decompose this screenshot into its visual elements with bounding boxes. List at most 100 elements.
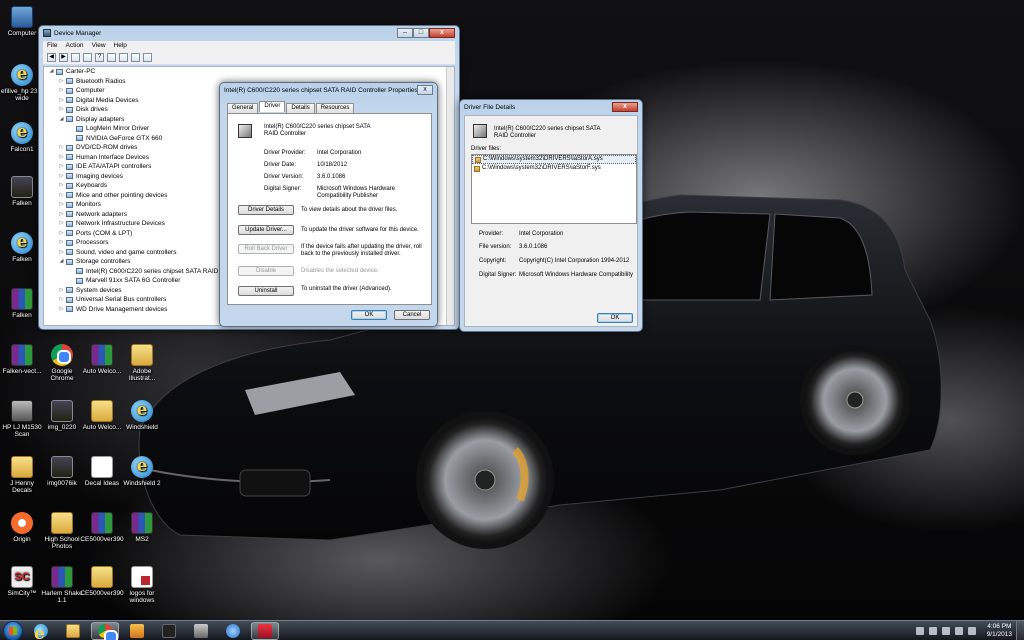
expand-toggle-icon[interactable]: ▷	[58, 229, 65, 239]
expand-toggle-icon[interactable]: ▷	[58, 210, 65, 220]
network-icon[interactable]	[941, 627, 950, 635]
volume-icon[interactable]	[954, 627, 963, 635]
taskbar-media-player[interactable]	[123, 622, 151, 640]
taskbar-app[interactable]	[187, 622, 215, 640]
driver-details-button[interactable]: Driver Details	[238, 205, 294, 215]
show-desktop-button[interactable]	[1016, 621, 1024, 640]
close-button[interactable]: x	[612, 102, 638, 112]
desktop-shortcut[interactable]: img0076ik	[40, 456, 84, 487]
expand-toggle-icon[interactable]: ▷	[58, 191, 65, 201]
disable-button[interactable]: Disable	[238, 266, 294, 276]
taskbar-device-manager[interactable]	[251, 621, 279, 640]
menu-view[interactable]: View	[88, 41, 110, 51]
minimize-button[interactable]: –	[397, 28, 413, 38]
driver-file-details-dialog[interactable]: Driver File Details x Intel(R) C600/C220…	[459, 99, 643, 332]
desktop-shortcut[interactable]: Windshield	[120, 400, 164, 431]
expand-toggle-icon[interactable]: ▷	[58, 238, 65, 248]
expand-toggle-icon[interactable]: ▷	[58, 162, 65, 172]
tray-app-icon[interactable]	[967, 627, 976, 635]
maximize-button[interactable]: □	[413, 28, 429, 38]
driver-file-item[interactable]: C:\Windows\system32\DRIVERS\iaStorF.sys	[472, 164, 636, 173]
properties-titlebar[interactable]: Intel(R) C600/C220 series chipset SATA R…	[220, 83, 437, 97]
expand-toggle-icon[interactable]: ▷	[58, 77, 65, 87]
desktop-shortcut[interactable]: High School Photos	[40, 512, 84, 550]
menu-file[interactable]: File	[43, 41, 61, 51]
scan-hardware-icon[interactable]	[107, 53, 116, 62]
device-tree-item[interactable]: ◢ Carter-PC	[44, 67, 454, 77]
device-name: Intel(R) C600/C220 series chipset SATA R…	[264, 124, 371, 137]
desktop-shortcut-label: Windshield	[126, 424, 158, 431]
expand-toggle-icon[interactable]: ▷	[58, 248, 65, 258]
update-driver-icon[interactable]	[119, 53, 128, 62]
driver-files-list[interactable]: C:\Windows\system32\DRIVERS\iaStorA.sys …	[471, 154, 637, 224]
tab-driver[interactable]: Driver	[259, 101, 286, 112]
tree-scrollbar[interactable]	[446, 67, 454, 325]
clock[interactable]: 4:06 PM 9/1/2013	[987, 623, 1012, 639]
close-button[interactable]: x	[429, 28, 455, 38]
back-icon[interactable]: ◀	[47, 53, 56, 62]
desktop-shortcut[interactable]: J Henny Decals	[0, 456, 44, 494]
update-driver-button[interactable]: Update Driver...	[238, 225, 294, 235]
expand-toggle-icon[interactable]: ▷	[58, 295, 65, 305]
tree-view-icon[interactable]	[71, 53, 80, 62]
help-icon[interactable]: ?	[95, 53, 104, 62]
system-file-icon	[475, 156, 481, 163]
start-button[interactable]	[3, 620, 23, 640]
expand-toggle-icon[interactable]: ◢	[58, 257, 65, 267]
properties-icon[interactable]	[83, 53, 92, 62]
expand-toggle-icon[interactable]: ▷	[58, 286, 65, 296]
ok-button[interactable]: OK	[351, 310, 387, 320]
expand-toggle-icon[interactable]: ▷	[58, 153, 65, 163]
forward-icon[interactable]: ▶	[59, 53, 68, 62]
expand-toggle-icon[interactable]: ◢	[48, 67, 55, 77]
uninstall-device-icon[interactable]	[131, 53, 140, 62]
desktop-shortcut[interactable]: HP LJ M1530 Scan	[0, 400, 44, 438]
desktop-shortcut[interactable]: SC SimCity™	[0, 566, 44, 597]
taskbar-chrome[interactable]	[91, 621, 119, 640]
device-category-icon	[56, 68, 63, 75]
properties-dialog[interactable]: Intel(R) C600/C220 series chipset SATA R…	[219, 82, 438, 327]
expand-toggle-icon[interactable]: ▷	[58, 96, 65, 106]
app-icon	[194, 623, 208, 638]
expand-toggle-icon[interactable]: ▷	[58, 305, 65, 315]
taskbar-windows-update[interactable]	[219, 622, 247, 640]
taskbar-game[interactable]	[155, 622, 183, 640]
desktop-shortcut[interactable]: logos for windows	[120, 566, 164, 604]
menu-help[interactable]: Help	[110, 41, 131, 51]
desktop-shortcut[interactable]: Falken-vect...	[0, 344, 44, 375]
expand-toggle-icon[interactable]: ▷	[58, 143, 65, 153]
close-button[interactable]: x	[417, 85, 433, 95]
device-manager-titlebar[interactable]: Device Manager – □ x	[39, 26, 459, 40]
show-hidden-icons-icon[interactable]	[915, 627, 924, 635]
menu-action[interactable]: Action	[61, 41, 87, 51]
expand-toggle-icon[interactable]: ◢	[58, 115, 65, 125]
taskbar-internet-explorer[interactable]	[27, 622, 55, 640]
action-center-icon[interactable]	[928, 627, 937, 635]
desktop-shortcut[interactable]: Adobe Illustrat...	[120, 344, 164, 382]
taskbar-explorer[interactable]	[59, 622, 87, 640]
expand-toggle-icon[interactable]: ▷	[58, 181, 65, 191]
desktop-shortcut[interactable]: Google Chrome	[40, 344, 84, 382]
desktop-shortcut[interactable]: CE5000ver390	[80, 566, 124, 597]
desktop-shortcut[interactable]: Windshield 2	[120, 456, 164, 487]
desktop-shortcut[interactable]: img_0220	[40, 400, 84, 431]
desktop-shortcut[interactable]: Harlem Shake 1.1	[40, 566, 84, 604]
expand-toggle-icon[interactable]: ▷	[58, 172, 65, 182]
expand-toggle-icon[interactable]: ▷	[58, 219, 65, 229]
desktop-shortcut[interactable]: CE5000ver390	[80, 512, 124, 543]
roll-back-driver-button[interactable]: Roll Back Driver	[238, 244, 294, 254]
ok-button[interactable]: OK	[597, 313, 633, 323]
cancel-button[interactable]: Cancel	[394, 310, 430, 320]
driver-file-item[interactable]: C:\Windows\system32\DRIVERS\iaStorA.sys	[472, 155, 636, 164]
expand-toggle-icon[interactable]: ▷	[58, 105, 65, 115]
expand-toggle-icon[interactable]: ▷	[58, 86, 65, 96]
desktop-shortcut[interactable]: Auto Welco...	[80, 400, 124, 431]
desktop-shortcut[interactable]: MS2	[120, 512, 164, 543]
disable-device-icon[interactable]	[143, 53, 152, 62]
file-details-titlebar[interactable]: Driver File Details x	[460, 100, 642, 114]
desktop-shortcut[interactable]: Decal Ideas	[80, 456, 124, 487]
uninstall-button[interactable]: Uninstall	[238, 286, 294, 296]
expand-toggle-icon[interactable]: ▷	[58, 200, 65, 210]
desktop-shortcut[interactable]: Auto Welco...	[80, 344, 124, 375]
desktop-shortcut[interactable]: Origin	[0, 512, 44, 543]
